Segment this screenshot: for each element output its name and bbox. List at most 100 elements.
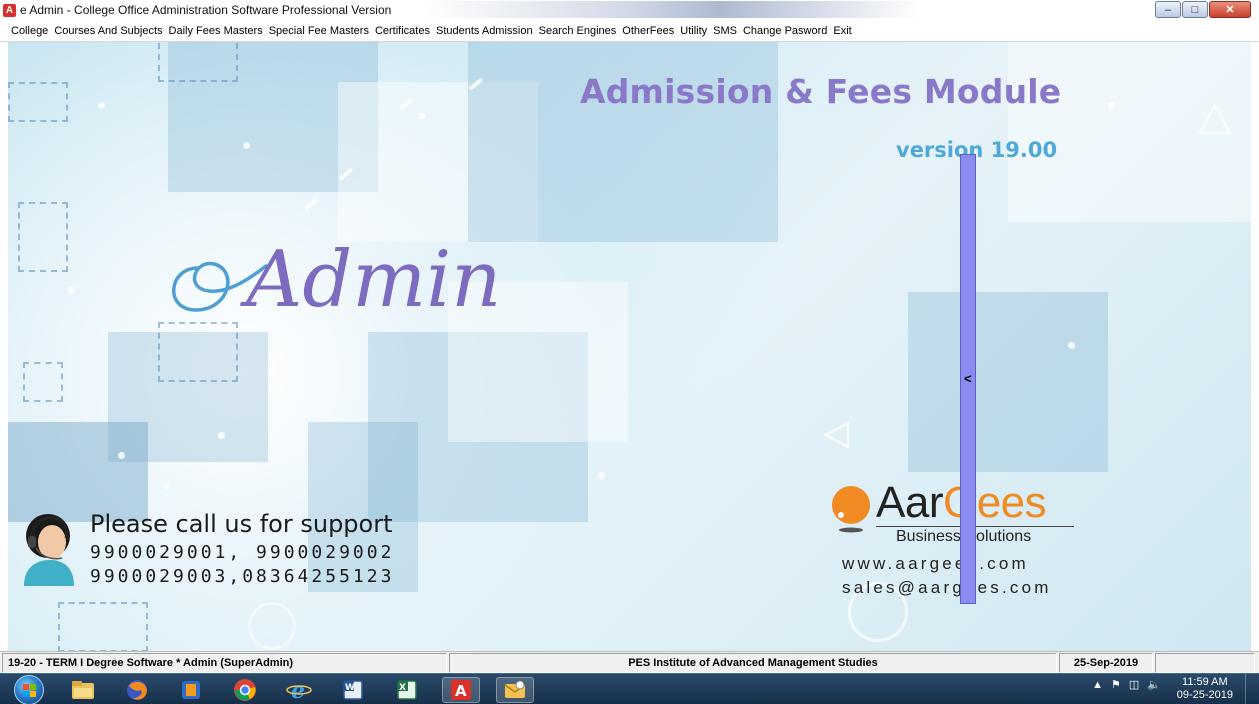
- support-title: Please call us for support: [90, 510, 393, 538]
- clock-date: 09-25-2019: [1176, 689, 1233, 701]
- svg-text:X: X: [399, 683, 406, 693]
- collapse-arrow-icon[interactable]: <: [964, 371, 972, 386]
- taskbar-eadmin[interactable]: A: [442, 677, 480, 703]
- taskbar-chrome[interactable]: [226, 677, 264, 703]
- brand-name-part-1: Aar: [876, 478, 943, 527]
- taskbar-file-explorer[interactable]: [64, 677, 102, 703]
- decor-dot: [1108, 102, 1115, 109]
- decor-dot: [1068, 342, 1075, 349]
- taskbar-excel[interactable]: X: [388, 677, 426, 703]
- taskbar: e W X A ▲ ⚑ ◫ 🔈 11:59 AM 09-25-2019: [0, 673, 1259, 704]
- decor-dashed-outline: [18, 202, 68, 272]
- menu-utility[interactable]: Utility: [677, 25, 710, 37]
- word-icon: W: [343, 680, 363, 700]
- menu-change-password[interactable]: Change Pasword: [740, 25, 830, 37]
- menu-certificates[interactable]: Certificates: [372, 25, 433, 37]
- clock-time: 11:59 AM: [1182, 676, 1228, 688]
- module-title: Admission & Fees Module: [580, 72, 1062, 111]
- svg-text:A: A: [455, 682, 467, 700]
- taskbar-firefox[interactable]: [118, 677, 156, 703]
- status-term-panel: 19-20 - TERM I Degree Software * Admin (…: [2, 653, 447, 673]
- media-player-icon: [182, 681, 200, 699]
- decor-dot: [218, 432, 225, 439]
- file-explorer-icon: [72, 681, 94, 699]
- collapse-splitter-bar[interactable]: <: [960, 154, 976, 604]
- decor-dashed-outline: [158, 322, 238, 382]
- chrome-icon: [234, 679, 256, 701]
- taskbar-word[interactable]: W: [334, 677, 372, 703]
- decor-dot: [118, 452, 125, 459]
- taskbar-internet-explorer[interactable]: e: [280, 677, 318, 703]
- version-label: version 19.00: [896, 138, 1058, 162]
- support-phone-line-2: 9900029003,08364255123: [90, 566, 395, 587]
- decor-dashed-outline: [23, 362, 63, 402]
- status-term: 19-20 - TERM I Degree Software * Admin (…: [8, 657, 294, 669]
- decor-streak: [303, 197, 319, 211]
- menu-sms[interactable]: SMS: [710, 25, 740, 37]
- decor-dashed-outline: [8, 82, 68, 122]
- title-bar[interactable]: A e Admin - College Office Administratio…: [0, 0, 1259, 20]
- decor-dot: [68, 287, 75, 294]
- menu-students-admission[interactable]: Students Admission: [433, 25, 536, 37]
- status-bar: 19-20 - TERM I Degree Software * Admin (…: [0, 651, 1259, 673]
- splash-background: Admission & Fees Module version 19.00 Ad…: [8, 42, 1251, 651]
- maximize-button[interactable]: □: [1182, 1, 1208, 18]
- menu-special-fee-masters[interactable]: Special Fee Masters: [266, 25, 372, 37]
- decor-dashed-outline: [158, 42, 238, 82]
- aargees-logo-icon: [832, 486, 870, 533]
- decor-dot: [243, 142, 250, 149]
- window-controls: – □ ✕: [1155, 1, 1251, 18]
- minimize-icon: –: [1164, 3, 1172, 16]
- taskbar-media-player[interactable]: [172, 677, 210, 703]
- minimize-button[interactable]: –: [1155, 1, 1181, 18]
- decor-square: [908, 292, 1108, 472]
- close-icon: ✕: [1225, 4, 1235, 16]
- menu-exit[interactable]: Exit: [830, 25, 854, 37]
- maximize-icon: □: [1191, 3, 1199, 16]
- decor-dot: [598, 472, 605, 479]
- menu-bar: College Courses And Subjects Daily Fees …: [0, 20, 1259, 42]
- taskbar-outlook[interactable]: [496, 677, 534, 703]
- windows-logo-icon: [23, 684, 36, 697]
- status-empty-panel: [1155, 653, 1255, 673]
- status-institute: PES Institute of Advanced Management Stu…: [628, 657, 878, 669]
- outlook-icon: [504, 680, 526, 698]
- firefox-icon: [127, 680, 147, 700]
- status-date: 25-Sep-2019: [1073, 657, 1139, 669]
- taskbar-clock[interactable]: 11:59 AM 09-25-2019: [1177, 676, 1233, 702]
- volume-icon[interactable]: 🔈: [1147, 678, 1161, 691]
- decor-dot: [98, 102, 105, 109]
- decor-dot: [418, 112, 425, 119]
- start-button[interactable]: [14, 675, 44, 704]
- menu-daily-fees-masters[interactable]: Daily Fees Masters: [166, 25, 266, 37]
- window-title: e Admin - College Office Administration …: [20, 3, 392, 17]
- brand-email: sales@aargees.com: [842, 578, 1052, 597]
- svg-text:e: e: [291, 678, 305, 702]
- excel-icon: X: [397, 680, 417, 700]
- app-icon[interactable]: A: [3, 3, 16, 17]
- decor-dashed-outline: [58, 602, 148, 651]
- internet-explorer-icon: e: [286, 678, 312, 702]
- menu-search-engines[interactable]: Search Engines: [536, 25, 620, 37]
- svg-text:W: W: [345, 683, 355, 693]
- eadmin-icon: A: [451, 680, 471, 700]
- admin-logo-text: Admin: [240, 235, 501, 325]
- network-icon[interactable]: ◫: [1129, 678, 1139, 691]
- menu-other-fees[interactable]: OtherFees: [619, 25, 677, 37]
- left-triangle-outline-icon: [823, 421, 849, 449]
- show-hidden-icons-icon[interactable]: ▲: [1092, 679, 1103, 691]
- decor-dot: [163, 482, 170, 489]
- support-agent-icon: [24, 514, 74, 586]
- show-desktop-button[interactable]: [1245, 674, 1259, 704]
- menu-college[interactable]: College: [8, 25, 51, 37]
- close-button[interactable]: ✕: [1209, 1, 1251, 18]
- status-institute-panel: PES Institute of Advanced Management Stu…: [449, 653, 1057, 673]
- background-window-strip: [420, 1, 920, 18]
- status-date-panel: 25-Sep-2019: [1059, 653, 1153, 673]
- action-center-flag-icon[interactable]: ⚑: [1111, 678, 1121, 691]
- menu-courses-and-subjects[interactable]: Courses And Subjects: [51, 25, 165, 37]
- admin-logo: Admin: [171, 235, 501, 325]
- brand-name-part-2: Gees: [942, 478, 1047, 527]
- support-phone-line-1: 9900029001, 9900029002: [90, 542, 395, 563]
- brand-website: www.aargees.com: [842, 554, 1029, 573]
